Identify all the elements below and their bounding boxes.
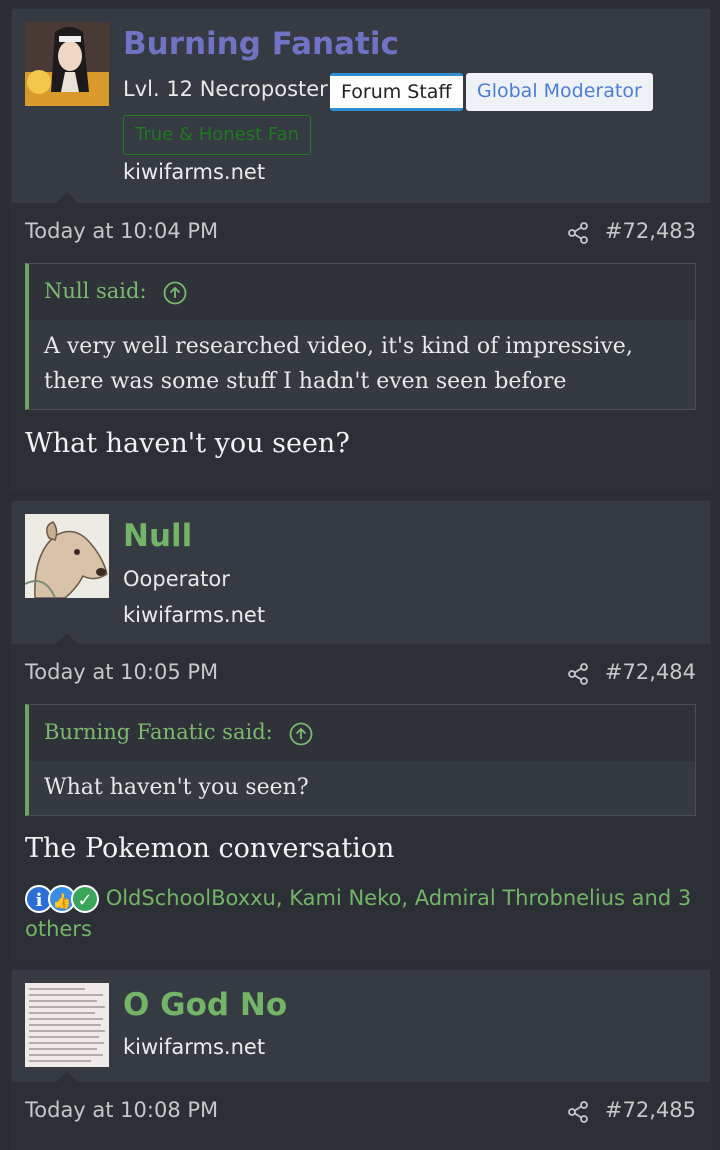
post-header: Burning Fanatic Lvl. 12 Necroposter Foru… [12, 9, 710, 203]
username[interactable]: Null [123, 517, 192, 555]
quote-text: A very well researched video, it's kind … [29, 320, 695, 409]
quote-block: Burning Fanatic said: What haven't you s… [25, 704, 696, 816]
avatar[interactable] [25, 514, 109, 598]
post-timestamp[interactable]: Today at 10:05 PM [25, 660, 218, 684]
post-message: What haven't you seen? [25, 428, 350, 459]
post-body: Today at 10:04 PM #72,483 Null said: A v… [12, 203, 710, 490]
post-number[interactable]: #72,483 [605, 219, 696, 243]
quote-author[interactable]: Burning Fanatic said: [44, 720, 273, 744]
user-title: Lvl. 12 Necroposter [123, 77, 328, 101]
share-icon[interactable] [567, 1101, 589, 1123]
user-site: kiwifarms.net [123, 1035, 266, 1059]
agree-icon: ✓ [71, 885, 99, 913]
post-timestamp[interactable]: Today at 10:04 PM [25, 219, 218, 243]
arrow-up-circle-icon[interactable] [289, 722, 313, 746]
share-icon[interactable] [567, 222, 589, 244]
reaction-users[interactable]: OldSchoolBoxxu, Kami Neko, Admiral Throb… [25, 886, 691, 941]
post: Null Ooperator kiwifarms.net Today at 10… [12, 501, 710, 959]
badge-true-honest-fan: True & Honest Fan [123, 115, 312, 155]
user-title: Ooperator [123, 567, 230, 591]
username[interactable]: Burning Fanatic [123, 25, 399, 63]
post-header: Null Ooperator kiwifarms.net [12, 501, 710, 644]
post-number[interactable]: #72,484 [605, 660, 696, 684]
post: Burning Fanatic Lvl. 12 Necroposter Foru… [12, 9, 710, 490]
share-icon[interactable] [567, 663, 589, 685]
quote-author[interactable]: Null said: [44, 279, 147, 303]
post-number[interactable]: #72,485 [605, 1098, 696, 1122]
reactions-bar[interactable]: i 👍 ✓ OldSchoolBoxxu, Kami Neko, Admiral T… [25, 883, 705, 945]
avatar[interactable] [25, 22, 109, 106]
header-arrow [56, 192, 78, 203]
badge-forum-staff: Forum Staff [330, 73, 463, 111]
badge-global-moderator: Global Moderator [466, 73, 653, 111]
header-arrow [56, 633, 78, 644]
quote-header[interactable]: Burning Fanatic said: [29, 705, 695, 761]
user-site: kiwifarms.net [123, 603, 266, 627]
arrow-up-circle-icon[interactable] [163, 281, 187, 305]
post-header: O God No kiwifarms.net [12, 970, 710, 1082]
post-message: The Pokemon conversation [25, 833, 395, 864]
quote-header[interactable]: Null said: [29, 264, 695, 320]
user-site: kiwifarms.net [123, 160, 266, 184]
post-body: Today at 10:08 PM #72,485 [12, 1082, 710, 1150]
quote-text: What haven't you seen? [29, 761, 695, 815]
avatar[interactable] [25, 983, 109, 1067]
header-arrow [56, 1071, 78, 1082]
post: O God No kiwifarms.net Today at 10:08 PM… [12, 970, 710, 1150]
username[interactable]: O God No [123, 986, 287, 1024]
quote-block: Null said: A very well researched video,… [25, 263, 696, 410]
post-body: Today at 10:05 PM #72,484 Burning Fanati… [12, 644, 710, 959]
post-timestamp[interactable]: Today at 10:08 PM [25, 1098, 218, 1122]
